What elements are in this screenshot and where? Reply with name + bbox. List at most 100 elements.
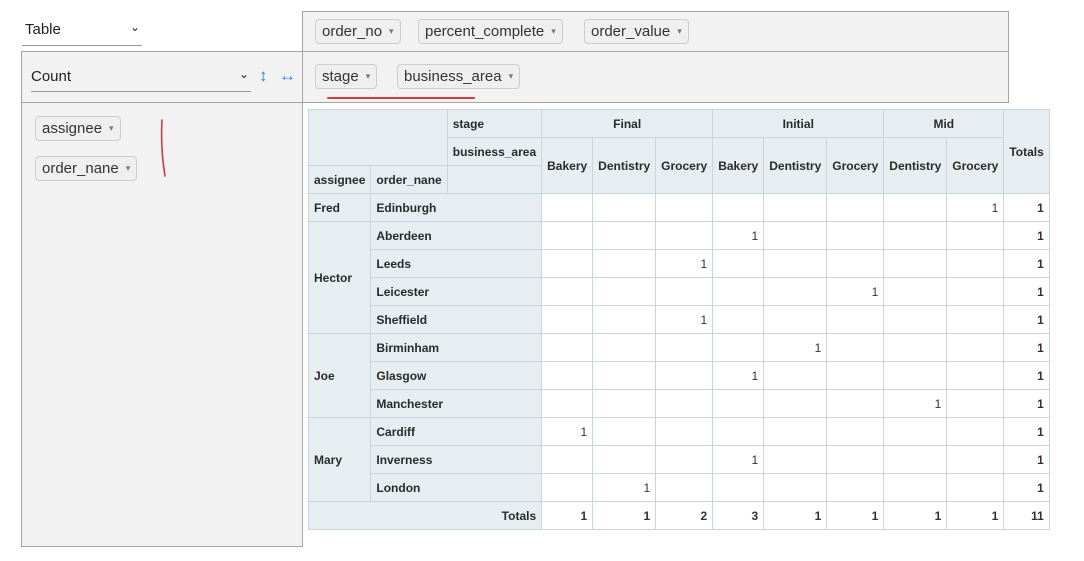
- aggregator-select[interactable]: Count ⌄: [31, 64, 251, 92]
- value-cell[interactable]: [763, 389, 828, 418]
- attribute-pill-business-area[interactable]: business_area ▾: [397, 64, 521, 89]
- column-total-cell[interactable]: 1: [763, 501, 828, 530]
- value-cell[interactable]: [655, 361, 714, 390]
- value-cell[interactable]: [946, 277, 1005, 306]
- column-total-cell[interactable]: 1: [541, 501, 594, 530]
- value-cell[interactable]: [712, 249, 765, 278]
- caret-down-icon[interactable]: ▾: [126, 163, 131, 173]
- row-total-cell[interactable]: 1: [1003, 389, 1050, 418]
- value-cell[interactable]: [712, 277, 765, 306]
- sort-rows-icon[interactable]: ↕: [259, 66, 268, 86]
- caret-down-icon[interactable]: ▾: [366, 71, 371, 81]
- value-cell[interactable]: 1: [763, 333, 828, 362]
- assignee-label[interactable]: Hector: [307, 221, 372, 334]
- value-cell[interactable]: [592, 361, 657, 390]
- business-area-header[interactable]: Dentistry: [763, 137, 828, 194]
- business-area-header[interactable]: Dentistry: [592, 137, 657, 194]
- value-cell[interactable]: [826, 193, 885, 222]
- row-total-cell[interactable]: 1: [1003, 193, 1050, 222]
- value-cell[interactable]: [541, 249, 594, 278]
- value-cell[interactable]: [541, 305, 594, 334]
- order-name-label[interactable]: London: [370, 473, 543, 502]
- caret-down-icon[interactable]: ▾: [677, 26, 682, 36]
- value-cell[interactable]: [946, 361, 1005, 390]
- order-name-label[interactable]: Glasgow: [370, 361, 543, 390]
- value-cell[interactable]: [541, 473, 594, 502]
- value-cell[interactable]: [541, 389, 594, 418]
- value-cell[interactable]: [946, 389, 1005, 418]
- sort-cols-icon[interactable]: ↔: [279, 66, 296, 86]
- assignee-label[interactable]: Fred: [307, 193, 372, 222]
- value-cell[interactable]: [592, 417, 657, 446]
- column-total-cell[interactable]: 1: [826, 501, 885, 530]
- assignee-label[interactable]: Mary: [307, 417, 372, 502]
- attribute-pill-stage[interactable]: stage ▾: [315, 64, 378, 89]
- value-cell[interactable]: 1: [712, 445, 765, 474]
- value-cell[interactable]: [763, 473, 828, 502]
- row-total-cell[interactable]: 1: [1003, 249, 1050, 278]
- value-cell[interactable]: [826, 333, 885, 362]
- attribute-pill-order-value[interactable]: order_value ▾: [584, 19, 689, 44]
- value-cell[interactable]: [826, 305, 885, 334]
- stage-header[interactable]: Final: [541, 109, 714, 138]
- value-cell[interactable]: [883, 445, 948, 474]
- value-cell[interactable]: [883, 473, 948, 502]
- value-cell[interactable]: [946, 305, 1005, 334]
- caret-down-icon[interactable]: ▾: [551, 26, 556, 36]
- value-cell[interactable]: [763, 193, 828, 222]
- value-cell[interactable]: [655, 445, 714, 474]
- value-cell[interactable]: [946, 221, 1005, 250]
- value-cell[interactable]: [883, 221, 948, 250]
- attribute-pill-assignee[interactable]: assignee ▾: [35, 116, 121, 141]
- attribute-pill-percent-complete[interactable]: percent_complete ▾: [418, 19, 563, 44]
- order-name-label[interactable]: Cardiff: [370, 417, 543, 446]
- value-cell[interactable]: [763, 445, 828, 474]
- order-name-label[interactable]: Inverness: [370, 445, 543, 474]
- value-cell[interactable]: [592, 389, 657, 418]
- value-cell[interactable]: [826, 389, 885, 418]
- column-total-cell[interactable]: 1: [592, 501, 657, 530]
- row-total-cell[interactable]: 1: [1003, 361, 1050, 390]
- value-cell[interactable]: [655, 417, 714, 446]
- value-cell[interactable]: [655, 389, 714, 418]
- order-name-label[interactable]: Sheffield: [370, 305, 543, 334]
- business-area-header[interactable]: Dentistry: [883, 137, 948, 194]
- value-cell[interactable]: [655, 277, 714, 306]
- caret-down-icon[interactable]: ▾: [389, 26, 394, 36]
- column-total-cell[interactable]: 3: [712, 501, 765, 530]
- order-name-label[interactable]: Edinburgh: [370, 193, 543, 222]
- caret-down-icon[interactable]: ▾: [109, 123, 114, 133]
- value-cell[interactable]: [592, 221, 657, 250]
- column-total-cell[interactable]: 2: [655, 501, 714, 530]
- value-cell[interactable]: [883, 277, 948, 306]
- value-cell[interactable]: [655, 221, 714, 250]
- value-cell[interactable]: [883, 333, 948, 362]
- value-cell[interactable]: [826, 221, 885, 250]
- value-cell[interactable]: [826, 473, 885, 502]
- value-cell[interactable]: [655, 473, 714, 502]
- row-total-cell[interactable]: 1: [1003, 417, 1050, 446]
- grand-total-cell[interactable]: 11: [1003, 501, 1050, 530]
- column-total-cell[interactable]: 1: [883, 501, 948, 530]
- value-cell[interactable]: [592, 193, 657, 222]
- value-cell[interactable]: [592, 305, 657, 334]
- value-cell[interactable]: [946, 473, 1005, 502]
- value-cell[interactable]: 1: [712, 221, 765, 250]
- value-cell[interactable]: [592, 249, 657, 278]
- attribute-pill-order-nane[interactable]: order_nane ▾: [35, 156, 138, 181]
- value-cell[interactable]: [712, 333, 765, 362]
- value-cell[interactable]: [712, 193, 765, 222]
- value-cell[interactable]: [883, 361, 948, 390]
- order-name-label[interactable]: Aberdeen: [370, 221, 543, 250]
- value-cell[interactable]: [946, 249, 1005, 278]
- value-cell[interactable]: [712, 473, 765, 502]
- row-total-cell[interactable]: 1: [1003, 221, 1050, 250]
- order-name-label[interactable]: Birminham: [370, 333, 543, 362]
- value-cell[interactable]: [826, 417, 885, 446]
- value-cell[interactable]: 1: [712, 361, 765, 390]
- value-cell[interactable]: [712, 389, 765, 418]
- value-cell[interactable]: [592, 445, 657, 474]
- value-cell[interactable]: [592, 333, 657, 362]
- row-total-cell[interactable]: 1: [1003, 445, 1050, 474]
- value-cell[interactable]: [655, 333, 714, 362]
